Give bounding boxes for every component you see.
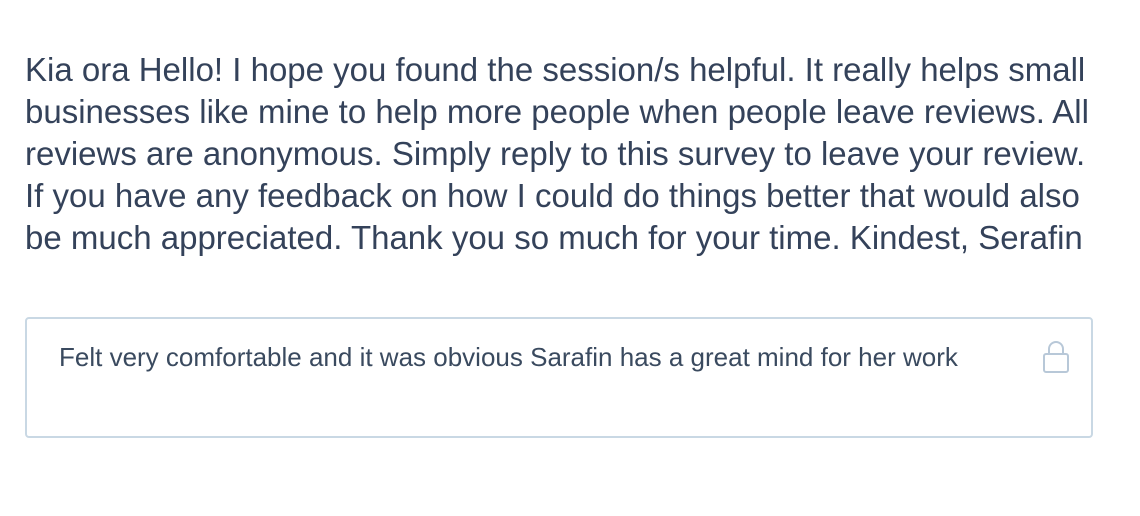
survey-question-text: Kia ora Hello! I hope you found the sess… <box>25 51 1089 256</box>
lock-icon <box>1043 339 1069 373</box>
answer-text-value: Felt very comfortable and it was obvious… <box>59 342 958 372</box>
answer-text-field[interactable]: Felt very comfortable and it was obvious… <box>25 317 1093 438</box>
